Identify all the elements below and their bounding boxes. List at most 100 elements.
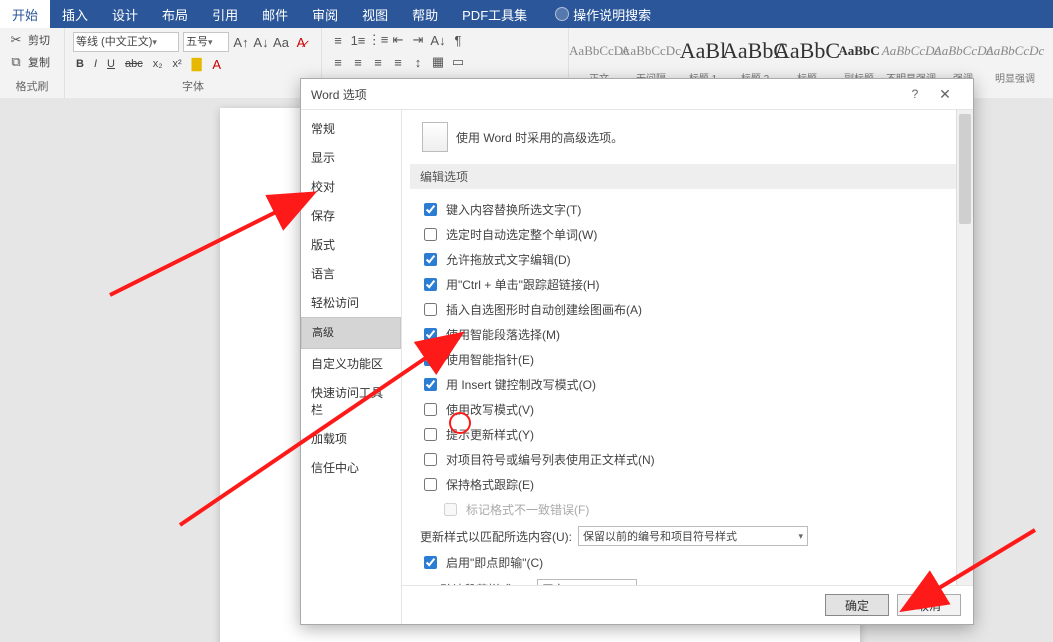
cancel-button[interactable]: 取消 (897, 594, 961, 616)
copy-icon[interactable]: ⧉ (8, 54, 24, 70)
dialog-body: 常规 显示 校对 保存 版式 语言 轻松访问 高级 自定义功能区 快速访问工具栏… (301, 109, 973, 624)
opt-o5[interactable]: 插入自选图形时自动创建绘图画布(A) (420, 297, 955, 322)
tab-layout[interactable]: 布局 (150, 0, 200, 28)
justify-icon[interactable]: ≡ (390, 54, 406, 70)
dialog-close-icon[interactable]: ✕ (927, 86, 963, 103)
show-marks-icon[interactable]: ¶ (450, 32, 466, 48)
checkbox-o2[interactable] (424, 228, 437, 241)
opt-o8[interactable]: 用 Insert 键控制改写模式(O) (420, 372, 955, 397)
vertical-scrollbar[interactable] (956, 110, 973, 585)
italic-button[interactable]: I (91, 55, 100, 73)
tab-help[interactable]: 帮助 (400, 0, 450, 28)
sidebar-item-qat[interactable]: 快速访问工具栏 (301, 378, 401, 424)
opt-o3[interactable]: 允许拖放式文字编辑(D) (420, 247, 955, 272)
grow-font-icon[interactable]: A↑ (233, 34, 249, 50)
opt-o9[interactable]: 使用改写模式(V) (420, 397, 955, 422)
sidebar-item-display[interactable]: 显示 (301, 143, 401, 172)
sidebar-item-general[interactable]: 常规 (301, 114, 401, 143)
highlight-icon[interactable]: ▇ (189, 56, 205, 72)
tab-references[interactable]: 引用 (200, 0, 250, 28)
sidebar-item-accessibility[interactable]: 轻松访问 (301, 288, 401, 317)
checkbox-o5[interactable] (424, 303, 437, 316)
sidebar-item-language[interactable]: 语言 (301, 259, 401, 288)
align-left-icon[interactable]: ≡ (330, 54, 346, 70)
checkbox-o6[interactable] (424, 328, 437, 341)
label-o12: 保持格式跟踪(E) (446, 476, 534, 493)
tab-design[interactable]: 设计 (100, 0, 150, 28)
opt-o11[interactable]: 对项目符号或编号列表使用正文样式(N) (420, 447, 955, 472)
checkbox-o12a[interactable] (444, 503, 457, 516)
checkbox-o3[interactable] (424, 253, 437, 266)
ok-button[interactable]: 确定 (825, 594, 889, 616)
sidebar-item-trust[interactable]: 信任中心 (301, 453, 401, 482)
font-name-select[interactable]: 等线 (中文正文)▾ (73, 32, 179, 52)
multilevel-icon[interactable]: ⋮≡ (370, 32, 386, 48)
tab-home[interactable]: 开始 (0, 0, 50, 28)
opt-o2[interactable]: 选定时自动选定整个单词(W) (420, 222, 955, 247)
indent-dec-icon[interactable]: ⇤ (390, 32, 406, 48)
opt-o1[interactable]: 键入内容替换所选文字(T) (420, 197, 955, 222)
opt-o14[interactable]: 启用"即点即输"(C) (420, 550, 955, 575)
default-para-select[interactable]: 正文▾ (537, 579, 637, 585)
dialog-title: Word 选项 (311, 86, 367, 103)
tab-review[interactable]: 审阅 (300, 0, 350, 28)
borders-icon[interactable]: ▭ (450, 54, 466, 70)
bullets-icon[interactable]: ≡ (330, 32, 346, 48)
indent-inc-icon[interactable]: ⇥ (410, 32, 426, 48)
line-spacing-icon[interactable]: ↕ (410, 54, 426, 70)
dialog-help-icon[interactable]: ? (903, 87, 927, 101)
tab-pdf[interactable]: PDF工具集 (450, 0, 539, 28)
subscript-button[interactable]: x₂ (150, 55, 166, 73)
font-size-select[interactable]: 五号▾ (183, 32, 229, 52)
tab-view[interactable]: 视图 (350, 0, 400, 28)
dialog-footer: 确定 取消 (402, 585, 973, 624)
page-icon (422, 122, 448, 152)
checkbox-o14[interactable] (424, 556, 437, 569)
sidebar-item-layout[interactable]: 版式 (301, 230, 401, 259)
options-dialog: Word 选项 ? ✕ 常规 显示 校对 保存 版式 语言 轻松访问 高级 自定… (300, 78, 974, 625)
checkbox-o7[interactable] (424, 353, 437, 366)
checkbox-o1[interactable] (424, 203, 437, 216)
opt-o6[interactable]: 使用智能段落选择(M) (420, 322, 955, 347)
sidebar-item-customize-ribbon[interactable]: 自定义功能区 (301, 349, 401, 378)
checkbox-o11[interactable] (424, 453, 437, 466)
style-intense[interactable]: AaBbCcDc明显强调 (989, 32, 1041, 85)
tell-me-search[interactable]: 操作说明搜索 (543, 0, 663, 28)
underline-button[interactable]: U (104, 55, 118, 73)
format-painter-label[interactable]: 格式刷 (8, 76, 56, 94)
cut-icon[interactable]: ✂ (8, 32, 24, 48)
tab-insert[interactable]: 插入 (50, 0, 100, 28)
options-scroll[interactable]: 使用 Word 时采用的高级选项。 编辑选项 键入内容替换所选文字(T)选定时自… (402, 110, 973, 585)
numbering-icon[interactable]: 1≡ (350, 32, 366, 48)
font-color-icon[interactable]: A (209, 56, 225, 72)
align-right-icon[interactable]: ≡ (370, 54, 386, 70)
update-style-select[interactable]: 保留以前的编号和项目符号样式▾ (578, 526, 808, 546)
align-center-icon[interactable]: ≡ (350, 54, 366, 70)
checkbox-o10[interactable] (424, 428, 437, 441)
shrink-font-icon[interactable]: A↓ (253, 34, 269, 50)
label-o5: 插入自选图形时自动创建绘图画布(A) (446, 301, 642, 318)
sidebar-item-advanced[interactable]: 高级 (301, 317, 401, 349)
superscript-button[interactable]: x² (170, 55, 185, 73)
scrollbar-thumb[interactable] (959, 114, 971, 224)
opt-o10[interactable]: 提示更新样式(Y) (420, 422, 955, 447)
sort-icon[interactable]: A↓ (430, 32, 446, 48)
sidebar-item-proofing[interactable]: 校对 (301, 172, 401, 201)
clear-format-icon[interactable]: A̷ (293, 34, 309, 50)
default-para-row: 默认段落样式(Y): 正文▾ (420, 575, 955, 585)
sidebar-item-addins[interactable]: 加载项 (301, 424, 401, 453)
checkbox-o8[interactable] (424, 378, 437, 391)
opt-o7[interactable]: 使用智能指针(E) (420, 347, 955, 372)
opt-o12[interactable]: 保持格式跟踪(E) (420, 472, 955, 497)
opt-o4[interactable]: 用"Ctrl + 单击"跟踪超链接(H) (420, 272, 955, 297)
checkbox-o9[interactable] (424, 403, 437, 416)
change-case-icon[interactable]: Aa (273, 34, 289, 50)
tab-mailings[interactable]: 邮件 (250, 0, 300, 28)
shading-icon[interactable]: ▦ (430, 54, 446, 70)
bold-button[interactable]: B (73, 55, 87, 73)
opt-o12a[interactable]: 标记格式不一致错误(F) (420, 497, 955, 522)
checkbox-o4[interactable] (424, 278, 437, 291)
checkbox-o12[interactable] (424, 478, 437, 491)
sidebar-item-save[interactable]: 保存 (301, 201, 401, 230)
strike-button[interactable]: abc (122, 55, 146, 73)
